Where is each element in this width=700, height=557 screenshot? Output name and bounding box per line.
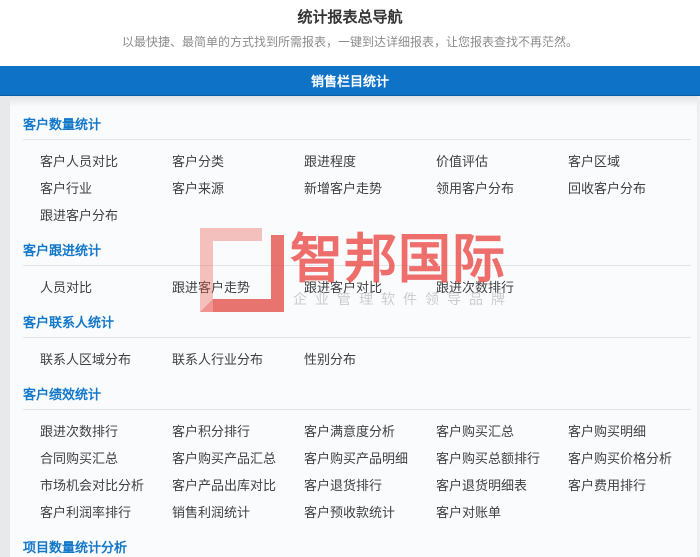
report-link[interactable]: 客户利润率排行 — [40, 506, 131, 519]
report-link[interactable]: 领用客户分布 — [436, 182, 514, 195]
report-link[interactable]: 跟进次数排行 — [436, 281, 514, 294]
report-link[interactable]: 人员对比 — [40, 281, 92, 294]
report-link[interactable]: 联系人行业分布 — [172, 353, 263, 366]
section-title: 客户跟进统计 — [23, 243, 102, 258]
report-link[interactable]: 新增客户走势 — [304, 182, 382, 195]
report-link[interactable]: 跟进客户对比 — [304, 281, 382, 294]
category-banner-label: 销售栏目统计 — [310, 74, 389, 89]
report-link[interactable]: 客户对账单 — [436, 506, 501, 519]
section-divider — [23, 337, 691, 338]
section-divider — [23, 139, 691, 140]
section-links: 人员对比 跟进客户走势 跟进客户对比 跟进次数排行 — [10, 281, 700, 294]
page-header: 统计报表总导航 以最快捷、最简单的方式找到所需报表，一键到达详细报表，让您报表查… — [0, 0, 700, 49]
section-divider — [23, 265, 691, 266]
report-link[interactable]: 价值评估 — [436, 155, 488, 168]
report-link[interactable]: 回收客户分布 — [568, 182, 646, 195]
report-link[interactable]: 客户行业 — [40, 182, 92, 195]
report-link[interactable]: 客户购买总额排行 — [436, 452, 540, 465]
section-links: 客户人员对比 客户分类 跟进程度 价值评估 客户区域 客户行业 客户来源 新增客… — [10, 155, 700, 222]
report-link[interactable]: 客户购买产品明细 — [304, 452, 408, 465]
report-link[interactable]: 客户购买汇总 — [436, 425, 514, 438]
report-link[interactable]: 客户区域 — [568, 155, 620, 168]
report-link[interactable]: 客户人员对比 — [40, 155, 118, 168]
report-link[interactable]: 客户满意度分析 — [304, 425, 395, 438]
report-link[interactable]: 市场机会对比分析 — [40, 479, 144, 492]
report-link[interactable]: 跟进客户走势 — [172, 281, 250, 294]
report-link[interactable]: 客户积分排行 — [172, 425, 250, 438]
report-link[interactable]: 客户购买价格分析 — [568, 452, 672, 465]
report-link[interactable]: 客户费用排行 — [568, 479, 646, 492]
category-banner: 销售栏目统计 — [0, 66, 700, 96]
report-link[interactable]: 合同购买汇总 — [40, 452, 118, 465]
report-link[interactable]: 客户产品出库对比 — [172, 479, 276, 492]
report-section: 客户联系人统计 联系人区域分布 联系人行业分布 性别分布 — [10, 315, 700, 366]
sections-list: 客户数量统计 客户人员对比 客户分类 跟进程度 价值评估 客户区域 客户行业 客… — [10, 117, 700, 557]
report-link[interactable]: 客户购买产品汇总 — [172, 452, 276, 465]
report-link[interactable]: 跟进程度 — [304, 155, 356, 168]
report-link[interactable]: 客户退货排行 — [304, 479, 382, 492]
report-section: 客户跟进统计 人员对比 跟进客户走势 跟进客户对比 跟进次数排行 — [10, 243, 700, 294]
section-title: 客户联系人统计 — [23, 315, 115, 330]
section-title: 项目数量统计分析 — [23, 540, 128, 555]
report-section: 客户绩效统计 跟进次数排行 客户积分排行 客户满意度分析 客户购买汇总 客户购买… — [10, 387, 700, 519]
report-sections-panel: 客户数量统计 客户人员对比 客户分类 跟进程度 价值评估 客户区域 客户行业 客… — [0, 96, 700, 557]
report-navigation-page: 统计报表总导航 以最快捷、最简单的方式找到所需报表，一键到达详细报表，让您报表查… — [0, 0, 700, 557]
report-section: 客户数量统计 客户人员对比 客户分类 跟进程度 价值评估 客户区域 客户行业 客… — [10, 117, 700, 222]
report-link[interactable]: 跟进次数排行 — [40, 425, 118, 438]
section-links: 联系人区域分布 联系人行业分布 性别分布 — [10, 353, 700, 366]
section-divider — [23, 409, 691, 410]
section-title: 客户数量统计 — [23, 117, 102, 132]
page-subtitle: 以最快捷、最简单的方式找到所需报表，一键到达详细报表，让您报表查找不再茫然。 — [121, 35, 578, 49]
section-links: 跟进次数排行 客户积分排行 客户满意度分析 客户购买汇总 客户购买明细 合同购买… — [10, 425, 700, 519]
report-link[interactable]: 客户退货明细表 — [436, 479, 527, 492]
report-link[interactable]: 销售利润统计 — [172, 506, 250, 519]
report-link[interactable]: 客户预收款统计 — [304, 506, 395, 519]
report-link[interactable]: 联系人区域分布 — [40, 353, 131, 366]
page-title: 统计报表总导航 — [297, 9, 403, 26]
report-link[interactable]: 性别分布 — [304, 353, 356, 366]
report-link[interactable]: 客户来源 — [172, 182, 224, 195]
left-gutter — [0, 96, 10, 557]
report-link[interactable]: 客户购买明细 — [568, 425, 646, 438]
report-section: 项目数量统计分析 — [10, 540, 700, 557]
section-title: 客户绩效统计 — [23, 387, 102, 402]
report-link[interactable]: 客户分类 — [172, 155, 224, 168]
report-link[interactable]: 跟进客户分布 — [40, 209, 118, 222]
